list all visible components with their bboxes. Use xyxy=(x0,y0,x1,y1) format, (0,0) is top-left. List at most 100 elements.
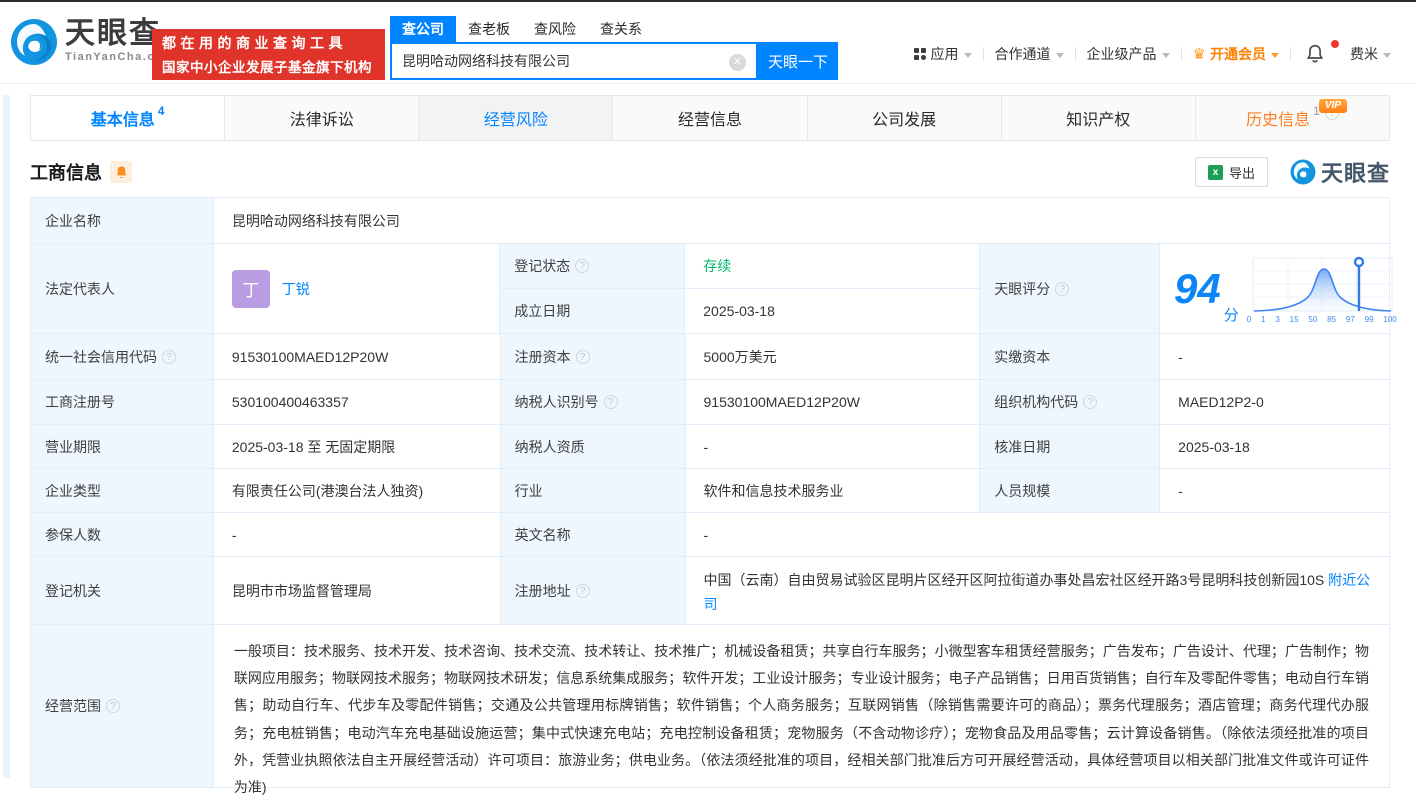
chevron-down-icon xyxy=(1383,53,1391,58)
nav-open-vip[interactable]: ♛ 开通会员 xyxy=(1182,44,1290,64)
label-text: 统一社会信用代码 xyxy=(45,347,157,367)
tab-operation-risk[interactable]: 经营风险 xyxy=(419,96,613,140)
field-label-credit-code: 统一社会信用代码 ? xyxy=(31,334,214,380)
logo-eye-icon xyxy=(10,18,58,66)
search-tab-company[interactable]: 查公司 xyxy=(390,16,456,42)
question-icon[interactable]: ? xyxy=(604,395,618,409)
field-value-industry: 软件和信息技术服务业 xyxy=(686,469,981,513)
notification-bell[interactable] xyxy=(1295,44,1335,64)
tab-label: 知识产权 xyxy=(1066,106,1130,130)
field-value-staff-size: - xyxy=(1160,469,1390,513)
search-input[interactable] xyxy=(392,53,712,69)
export-label: 导出 xyxy=(1229,163,1255,182)
label-text: 经营范围 xyxy=(45,696,101,716)
chevron-down-icon xyxy=(1162,53,1170,58)
chevron-down-icon xyxy=(1056,53,1064,58)
question-icon[interactable]: ? xyxy=(575,259,589,273)
field-label-reg-capital: 注册资本 ? xyxy=(501,334,686,380)
tab-count-badge: 4 xyxy=(158,104,165,118)
table-row: 成立日期 2025-03-18 xyxy=(500,289,980,334)
divider xyxy=(1290,47,1291,61)
tab-label: 经营信息 xyxy=(678,106,742,130)
table-row: 登记状态 ? 存续 xyxy=(500,244,980,289)
search-tab-relation[interactable]: 查关系 xyxy=(588,16,654,42)
search-tab-risk[interactable]: 查风险 xyxy=(522,16,588,42)
label-text: 登记状态 xyxy=(514,256,570,276)
export-button[interactable]: x 导出 xyxy=(1195,157,1268,187)
business-info-table: 企业名称 昆明哈动网络科技有限公司 法定代表人 丁 丁锐 登记状态 ? 存续 成… xyxy=(30,197,1390,788)
tab-basic-info[interactable]: 基本信息 4 xyxy=(31,96,225,140)
legal-rep-link[interactable]: 丁锐 xyxy=(282,279,310,299)
tab-operation-info[interactable]: 经营信息 xyxy=(613,96,807,140)
address-text: 中国（云南）自由贸易试验区昆明片区经开区阿拉街道办事处昌宏社区经开路3号昆明科技… xyxy=(704,572,1325,588)
clear-icon[interactable]: ✕ xyxy=(729,54,746,71)
chevron-down-icon xyxy=(1271,53,1279,58)
search-button[interactable]: 天眼一下 xyxy=(758,42,838,80)
search-box: ✕ xyxy=(390,42,758,80)
vip-badge: VIP xyxy=(1319,99,1347,113)
tianyancha-logo[interactable]: 天眼查 TianYanCha.com xyxy=(10,18,174,66)
watermark-logo: 天眼查 xyxy=(1290,156,1390,188)
field-label-paid-capital: 实缴资本 xyxy=(980,334,1160,380)
field-value-business-term: 2025-03-18 至 无固定期限 xyxy=(214,425,501,469)
field-label-staff-size: 人员规模 xyxy=(980,469,1160,513)
search-tab-boss[interactable]: 查老板 xyxy=(456,16,522,42)
tab-legal-litigation[interactable]: 法律诉讼 xyxy=(225,96,419,140)
watermark-text: 天眼查 xyxy=(1321,156,1390,188)
table-row: 法定代表人 丁 丁锐 登记状态 ? 存续 成立日期 2025-03-18 xyxy=(31,244,1390,334)
nav-enterprise-products[interactable]: 企业级产品 xyxy=(1076,44,1181,64)
slogan-line2: 国家中小企业发展子基金旗下机构 xyxy=(162,56,375,76)
tab-label: 法律诉讼 xyxy=(290,106,354,130)
table-row: 营业期限 2025-03-18 至 无固定期限 纳税人资质 - 核准日期 202… xyxy=(31,425,1390,469)
tab-intellectual-property[interactable]: 知识产权 xyxy=(1002,96,1196,140)
question-icon[interactable]: ? xyxy=(162,350,176,364)
logo-eye-icon xyxy=(1290,159,1316,185)
question-icon[interactable]: ? xyxy=(576,584,590,598)
bell-icon xyxy=(115,165,128,180)
monitor-bell-button[interactable] xyxy=(110,161,132,183)
field-label-company-name: 企业名称 xyxy=(31,198,214,244)
question-icon[interactable]: ? xyxy=(106,699,120,713)
field-label-approval-date: 核准日期 xyxy=(980,425,1160,469)
section-header: 工商信息 x 导出 天眼查 xyxy=(30,149,1390,195)
apps-grid-icon xyxy=(914,48,926,60)
tab-label: 基本信息 xyxy=(91,106,155,130)
nav-user[interactable]: 费米 xyxy=(1339,44,1402,64)
username: 费米 xyxy=(1350,44,1378,64)
nav-partner-label: 合作通道 xyxy=(995,44,1051,64)
nav-partner-channel[interactable]: 合作通道 xyxy=(984,44,1075,64)
field-value-company-name: 昆明哈动网络科技有限公司 xyxy=(214,198,1390,244)
field-label-reg-status: 登记状态 ? xyxy=(500,244,685,289)
field-label-legal-rep: 法定代表人 xyxy=(31,244,214,334)
section-title: 工商信息 xyxy=(30,159,102,185)
slogan-banner: 都在用的商业查询工具 国家中小企业发展子基金旗下机构 xyxy=(152,29,385,80)
field-value-score: 94 分 xyxy=(1160,244,1390,334)
field-value-company-type: 有限责任公司(港澳台法人独资) xyxy=(214,469,501,513)
top-nav: 应用 合作通道 企业级产品 ♛ 开通会员 费米 xyxy=(903,44,1402,64)
crown-icon: ♛ xyxy=(1193,45,1206,63)
score-marker-pin xyxy=(1355,258,1363,266)
bell-curve-chart xyxy=(1247,254,1397,314)
field-label-reg-address: 注册地址 ? xyxy=(501,557,686,625)
field-value-business-scope: 一般项目：技术服务、技术开发、技术咨询、技术交流、技术转让、技术推广；机械设备租… xyxy=(214,625,1390,788)
field-value-reg-capital: 5000万美元 xyxy=(686,334,981,380)
legal-rep-avatar[interactable]: 丁 xyxy=(232,270,270,308)
company-detail-tabs: 基本信息 4 法律诉讼 经营风险 经营信息 公司发展 知识产权 VIP 历史信息… xyxy=(30,95,1390,141)
field-value-establish-date: 2025-03-18 xyxy=(685,289,980,334)
question-icon[interactable]: ? xyxy=(1055,282,1069,296)
search-area: 查公司 查老板 查风险 查关系 ✕ 天眼一下 xyxy=(390,16,838,80)
field-label-establish-date: 成立日期 xyxy=(500,289,685,334)
field-value-org-code: MAED12P2-0 xyxy=(1160,380,1390,425)
bell-icon xyxy=(1306,44,1324,64)
tab-label: 历史信息 xyxy=(1246,106,1310,130)
field-label-reg-number: 工商注册号 xyxy=(31,380,214,425)
nav-apps[interactable]: 应用 xyxy=(903,44,983,64)
tab-history-info[interactable]: VIP 历史信息 1 ? xyxy=(1196,96,1389,140)
question-icon[interactable]: ? xyxy=(1083,395,1097,409)
tab-company-development[interactable]: 公司发展 xyxy=(808,96,1002,140)
field-value-paid-capital: - xyxy=(1160,334,1390,380)
score-distribution-chart: 0131550859799100 xyxy=(1247,254,1397,324)
question-icon[interactable]: ? xyxy=(576,350,590,364)
chart-axis-ticks: 0131550859799100 xyxy=(1247,315,1397,324)
field-value-credit-code: 91530100MAED12P20W xyxy=(214,334,501,380)
